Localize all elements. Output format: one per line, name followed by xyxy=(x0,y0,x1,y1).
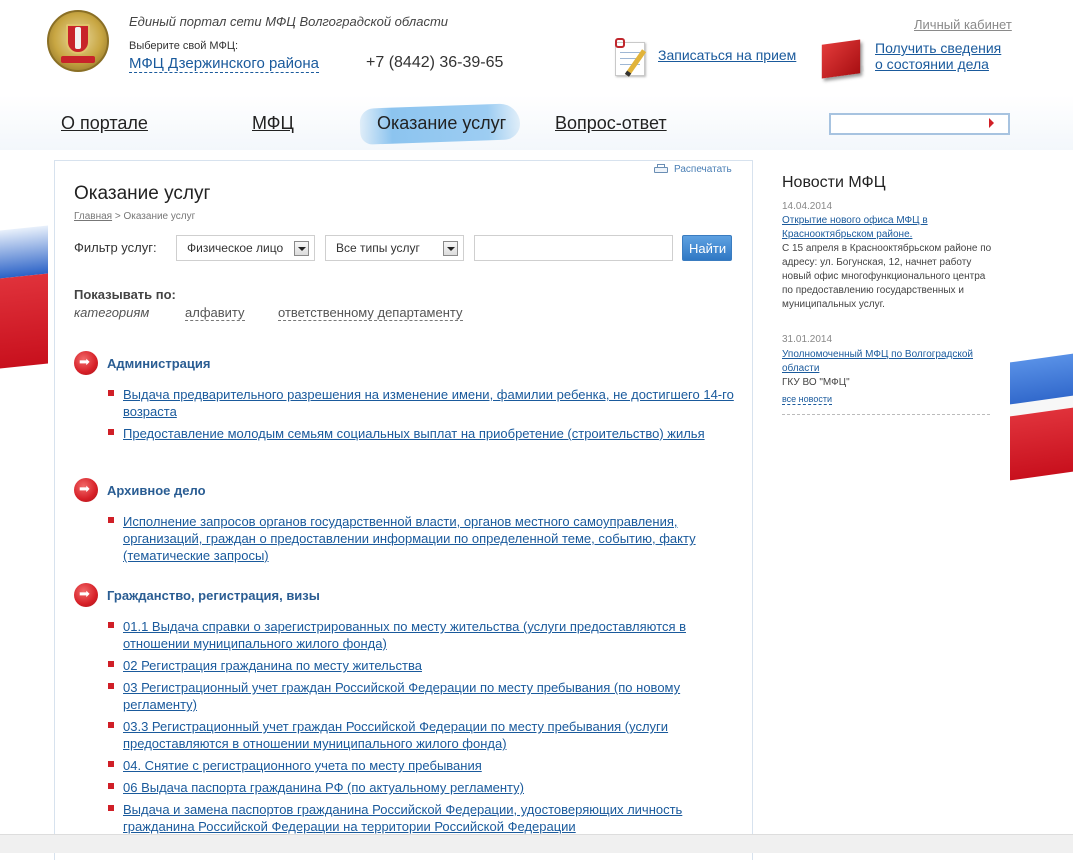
service-link[interactable]: 03 Регистрационный учет граждан Российск… xyxy=(123,679,735,713)
chevron-down-icon[interactable] xyxy=(443,241,458,256)
service-link[interactable]: 02 Регистрация гражданина по месту жител… xyxy=(123,657,735,674)
filter-text-input[interactable] xyxy=(474,235,673,261)
breadcrumb-current: Оказание услуг xyxy=(123,211,196,222)
bullet-icon xyxy=(108,622,114,628)
book-cover xyxy=(821,39,861,79)
news-title: Новости МФЦ xyxy=(782,174,886,191)
page-title: Оказание услуг xyxy=(74,183,211,204)
bullet-icon xyxy=(108,805,114,811)
appointment-link[interactable]: Записаться на прием xyxy=(658,47,796,63)
bullet-icon xyxy=(108,390,114,396)
bullet-icon xyxy=(108,517,114,523)
notepad-clip xyxy=(615,38,625,48)
site-search xyxy=(829,113,1010,135)
bullet-icon xyxy=(108,722,114,728)
book-icon[interactable] xyxy=(818,38,870,84)
arrow-right-icon[interactable] xyxy=(74,351,98,375)
printer-body xyxy=(654,167,668,173)
breadcrumb-separator: > xyxy=(112,211,124,222)
news-link[interactable]: Открытие нового офиса МФЦ в Краснооктябр… xyxy=(782,214,997,242)
flag-ribbon-right-red xyxy=(1010,407,1073,481)
horizontal-scrollbar[interactable] xyxy=(0,834,1073,853)
nav-about[interactable]: О портале xyxy=(61,113,148,134)
news-text: ГКУ ВО "МФЦ" xyxy=(782,377,850,388)
news-divider xyxy=(782,414,990,415)
service-link[interactable]: 03.3 Регистрационный учет граждан Россий… xyxy=(123,718,735,752)
nav-mfc[interactable]: МФЦ xyxy=(252,113,294,134)
search-go-arrow-icon[interactable] xyxy=(989,118,994,128)
chevron-down-icon[interactable] xyxy=(294,241,309,256)
bullet-icon xyxy=(108,661,114,667)
personal-cabinet-link[interactable]: Личный кабинет xyxy=(914,17,1012,32)
find-button[interactable]: Найти xyxy=(682,235,732,261)
bullet-icon xyxy=(108,683,114,689)
arrow-right-icon[interactable] xyxy=(74,478,98,502)
portal-title: Единый портал сети МФЦ Волгоградской обл… xyxy=(129,14,449,29)
category-title[interactable]: Администрация xyxy=(107,356,210,371)
notepad-icon[interactable] xyxy=(611,38,653,78)
bullet-icon xyxy=(108,429,114,435)
news-link[interactable]: Уполномоченный МФЦ по Волгоградской обла… xyxy=(782,348,997,376)
notepad-line xyxy=(620,52,640,53)
category-title[interactable]: Гражданство, регистрация, визы xyxy=(107,588,320,603)
news-text: С 15 апреля в Краснооктябрьском районе п… xyxy=(782,243,992,310)
emblem-ribbon xyxy=(61,56,95,63)
service-link[interactable]: Выдача и замена паспортов гражданина Рос… xyxy=(123,801,735,835)
nav-services[interactable]: Оказание услуг xyxy=(377,113,506,134)
service-type-value: Все типы услуг xyxy=(336,241,420,255)
show-by-label: Показывать по: xyxy=(74,287,176,302)
service-link[interactable]: 04. Снятие с регистрационного учета по м… xyxy=(123,757,735,774)
breadcrumb-home[interactable]: Главная xyxy=(74,211,112,222)
site-search-input[interactable] xyxy=(835,115,975,133)
printer-icon[interactable] xyxy=(654,164,668,176)
phone-number: +7 (8442) 36-39-65 xyxy=(366,54,504,71)
news-date: 14.04.2014 xyxy=(782,201,833,212)
flag-ribbon-left-blue xyxy=(0,225,48,279)
nav-faq[interactable]: Вопрос-ответ xyxy=(555,113,667,134)
case-status-link[interactable]: Получить сведения о состоянии дела xyxy=(875,40,1001,72)
category-title[interactable]: Архивное дело xyxy=(107,483,206,498)
mfc-select-link[interactable]: МФЦ Дзержинского района xyxy=(129,55,319,73)
breadcrumb: Главная > Оказание услуг xyxy=(74,211,195,222)
filter-label: Фильтр услуг: xyxy=(74,240,157,255)
person-type-select[interactable]: Физическое лицо xyxy=(176,235,315,261)
service-link[interactable]: 01.1 Выдача справки о зарегистрированных… xyxy=(123,618,735,652)
case-status-line2: о состоянии дела xyxy=(875,56,989,72)
emblem-figure xyxy=(75,27,81,49)
news-date: 31.01.2014 xyxy=(782,334,833,345)
main-panel xyxy=(54,160,753,860)
bullet-icon xyxy=(108,761,114,767)
show-by-alphabet[interactable]: алфавиту xyxy=(185,305,245,321)
print-link[interactable]: Распечатать xyxy=(674,164,732,175)
show-by-categories[interactable]: категориям xyxy=(74,305,149,320)
show-by-department[interactable]: ответственному департаменту xyxy=(278,305,463,321)
choose-mfc-label: Выберите свой МФЦ: xyxy=(129,40,239,52)
arrow-right-icon[interactable] xyxy=(74,583,98,607)
service-type-select[interactable]: Все типы услуг xyxy=(325,235,464,261)
all-news-link[interactable]: все новости xyxy=(782,394,832,405)
service-link[interactable]: Исполнение запросов органов государствен… xyxy=(123,513,735,564)
flag-ribbon-left-red xyxy=(0,273,48,369)
region-emblem-icon[interactable] xyxy=(47,10,109,72)
service-link[interactable]: Предоставление молодым семьям социальных… xyxy=(123,425,735,442)
case-status-line1: Получить сведения xyxy=(875,40,1002,56)
service-link[interactable]: Выдача предварительного разрешения на из… xyxy=(123,386,735,420)
bullet-icon xyxy=(108,783,114,789)
service-link[interactable]: 06 Выдача паспорта гражданина РФ (по акт… xyxy=(123,779,735,796)
person-type-value: Физическое лицо xyxy=(187,241,284,255)
